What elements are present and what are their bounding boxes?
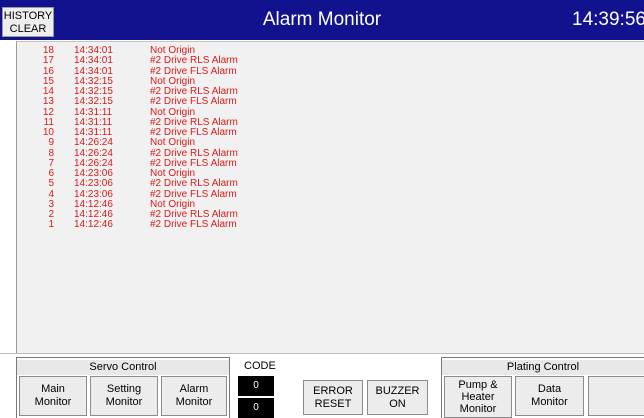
error-reset-label-line2: RESET [314, 397, 352, 410]
pump-heater-label-line2: Heater [461, 391, 495, 403]
setting-monitor-label-line1: Setting [106, 383, 142, 395]
setting-monitor-button[interactable]: Setting Monitor [90, 376, 158, 416]
plating-control-title: Plating Control [442, 360, 644, 375]
alarm-time: 14:12:46 [74, 219, 113, 231]
alarm-message: #2 Drive FLS Alarm [150, 219, 237, 231]
pump-heater-monitor-button[interactable]: Pump & Heater Monitor [444, 376, 512, 418]
blank-monitor-button[interactable] [588, 376, 644, 416]
clock: 14:39:56 [572, 9, 644, 30]
data-monitor-label-line2: Monitor [531, 396, 568, 408]
page-title: Alarm Monitor [262, 9, 382, 30]
alarm-monitor-label-line1: Alarm [179, 383, 209, 395]
main-monitor-label-line1: Main [41, 383, 65, 395]
pump-heater-label-line3: Monitor [459, 403, 497, 415]
buzzer-label-line2: ON [389, 397, 406, 410]
data-monitor-label-line1: Data [537, 383, 562, 395]
alarm-monitor-label-line2: Monitor [175, 396, 213, 408]
data-monitor-button[interactable]: Data Monitor [515, 376, 584, 416]
buzzer-on-button[interactable]: BUZZER ON [367, 380, 428, 415]
code-label: CODE [244, 360, 276, 372]
main-monitor-button[interactable]: Main Monitor [19, 376, 87, 416]
servo-control-title: Servo Control [17, 360, 229, 375]
alarm-history-list[interactable]: 18 14:34:01 Not Origin 17 14:34:01 #2 Drive R… [16, 41, 644, 353]
title-bar: HISTORY CLEAR Alarm Monitor 14:39:56 [0, 0, 644, 40]
error-reset-label-line1: ERROR [313, 384, 353, 397]
buzzer-label-line1: BUZZER [375, 384, 420, 397]
alarm-number: 1 [48, 219, 54, 231]
alarm-monitor-button[interactable]: Alarm Monitor [161, 376, 227, 416]
pump-heater-label-line1: Pump & [458, 379, 498, 391]
setting-monitor-label-line2: Monitor [105, 396, 143, 408]
code-display-1: 0 [238, 376, 274, 396]
main-monitor-label-line2: Monitor [34, 396, 72, 408]
code-display-2: 0 [238, 398, 274, 418]
error-reset-button[interactable]: ERROR RESET [303, 380, 363, 415]
